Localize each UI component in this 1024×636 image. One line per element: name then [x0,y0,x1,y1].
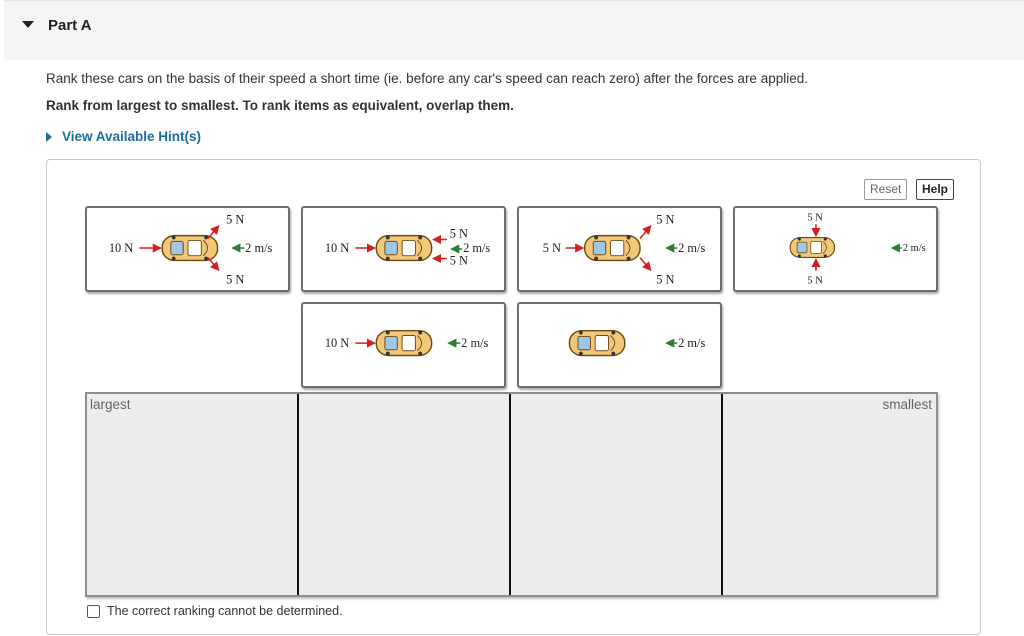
rank-slot-1[interactable] [87,394,299,595]
car-diagram: 10 N 5 N 5 N 2 m/s [325,227,491,268]
force-label: 5 N [543,241,561,255]
car-diagram: 10 N 2 m/s [325,329,489,357]
velocity-label: 2 m/s [678,241,705,255]
cannot-determine-option[interactable]: The correct ranking cannot be determined… [87,604,343,618]
velocity-label: 2 m/s [245,241,272,255]
cannot-determine-checkbox[interactable] [87,604,100,618]
instruction-text: Rank these cars on the basis of their sp… [46,71,808,86]
force-label: 5 N [807,212,823,223]
force-label: 5 N [226,212,244,226]
view-hints-link[interactable]: View Available Hint(s) [46,129,201,144]
velocity-label: 2 m/s [678,336,705,350]
part-title: Part A [48,17,92,34]
car-icon [568,329,626,357]
velocity-label: 2 m/s [461,336,488,350]
view-hints-label: View Available Hint(s) [62,129,202,144]
car-diagram: 5 N 5 N 2 m/s [789,212,926,286]
force-label: 5 N [450,227,468,241]
reset-button[interactable]: Reset [864,179,908,200]
rank-slot-3[interactable] [511,394,723,595]
ranking-instruction: Rank from largest to smallest. To rank i… [46,98,514,113]
car-tile-4[interactable]: 5 N 5 N 2 m/s [733,206,938,292]
ranking-drop-area[interactable]: largest smallest [85,392,938,597]
ranking-panel: Reset Help 10 N 5 N 5 N 2 m/s 10 N 5 N 5… [46,159,981,635]
car-diagram: 5 N 5 N 5 N 2 m/s [543,212,706,286]
cannot-determine-label: The correct ranking cannot be determined… [107,604,343,618]
smallest-label: smallest [882,397,932,412]
car-tile-6[interactable]: 2 m/s [517,302,722,388]
velocity-label: 2 m/s [903,243,926,254]
collapse-caret-icon[interactable] [22,21,34,28]
car-tile-2[interactable]: 10 N 5 N 5 N 2 m/s [301,206,506,292]
car-tile-3[interactable]: 5 N 5 N 5 N 2 m/s [517,206,722,292]
force-label: 5 N [807,275,823,286]
largest-label: largest [90,397,131,412]
rank-slot-4[interactable] [723,394,936,595]
force-label: 5 N [450,253,468,267]
force-label: 10 N [325,336,349,350]
force-label: 10 N [325,241,349,255]
car-tile-5[interactable]: 10 N 2 m/s [301,302,506,388]
force-label: 5 N [656,212,674,226]
force-label: 5 N [226,272,244,286]
help-button[interactable]: Help [916,179,955,200]
car-diagram: 2 m/s [568,329,705,357]
expand-caret-icon [46,131,52,142]
velocity-label: 2 m/s [463,241,490,255]
car-icon [161,234,219,262]
part-header[interactable]: Part A [4,0,1024,60]
car-icon [375,329,433,357]
car-icon [789,236,836,258]
force-label: 5 N [656,272,674,286]
force-label: 10 N [109,241,133,255]
car-tile-1[interactable]: 10 N 5 N 5 N 2 m/s [85,206,290,292]
car-icon [375,234,433,262]
car-icon [583,234,641,262]
rank-slot-2[interactable] [299,394,511,595]
car-diagram: 10 N 5 N 5 N 2 m/s [109,212,273,286]
